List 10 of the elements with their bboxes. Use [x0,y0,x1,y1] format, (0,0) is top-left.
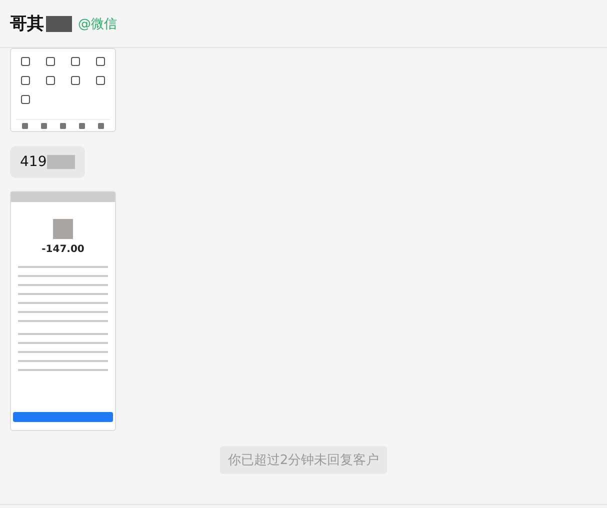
screenshot-thumbnail[interactable] [10,48,116,132]
redaction-block [46,16,72,32]
system-notice: 你已超过2分钟未回复客户 [220,446,388,474]
avatar-placeholder [53,219,73,239]
contact-name: 哥其 [10,13,44,35]
screenshot-thumbnail[interactable]: -147.00 [10,191,116,431]
amount-text: -147.00 [42,244,84,255]
message-text: 419 [20,154,47,170]
redaction-block [46,155,75,169]
channel-label: @微信 [78,16,117,32]
